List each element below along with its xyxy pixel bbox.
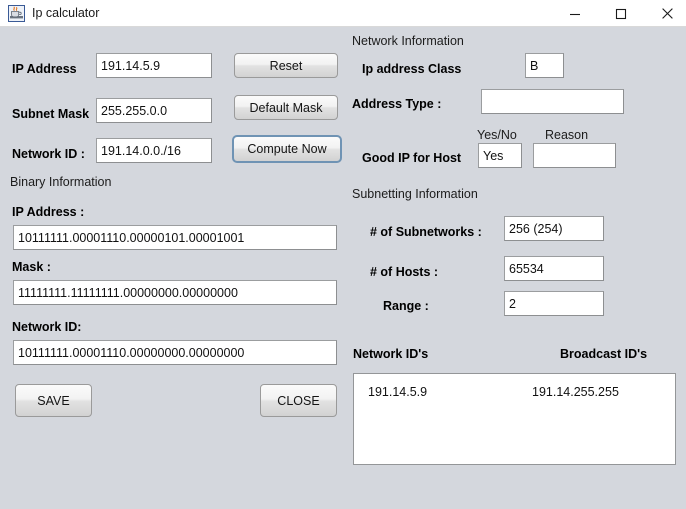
network-ids-header: Network ID's	[353, 347, 429, 361]
java-coffee-cup-icon	[8, 5, 25, 22]
network-id-label: Network ID :	[12, 147, 85, 161]
maximize-button[interactable]	[598, 0, 644, 27]
save-button[interactable]: SAVE	[15, 384, 92, 417]
window-title: Ip calculator	[32, 6, 100, 20]
subnet-mask-label: Subnet Mask	[12, 107, 90, 121]
hosts-count-input[interactable]: 65534	[504, 256, 604, 281]
subnetting-information-heading: Subnetting Information	[352, 187, 478, 201]
good-ip-for-host-label: Good IP for Host	[362, 151, 462, 165]
binary-information-heading: Binary Information	[10, 175, 112, 189]
maximize-icon	[615, 8, 627, 19]
list-item-network-id: 191.14.5.9	[368, 385, 428, 399]
address-type-input[interactable]	[481, 89, 624, 114]
ids-list-panel[interactable]: 191.14.5.9 191.14.255.255	[353, 373, 676, 465]
subnet-mask-input[interactable]: 255.255.0.0	[96, 98, 212, 123]
close-icon	[661, 8, 673, 19]
default-mask-button[interactable]: Default Mask	[234, 95, 338, 120]
yes-no-column-header: Yes/No	[477, 128, 517, 142]
good-ip-for-host-input[interactable]: Yes	[478, 143, 522, 168]
binary-network-id-input[interactable]: 10111111.00001110.00000000.00000000	[13, 340, 337, 365]
list-item-broadcast-id: 191.14.255.255	[532, 385, 619, 399]
ip-calculator-window: Ip calculator IP Address 191.14.5.9 Subn…	[0, 0, 686, 509]
ip-address-class-input[interactable]: B	[525, 53, 564, 78]
minimize-icon	[570, 13, 580, 15]
window-content: IP Address 191.14.5.9 Subnet Mask 255.25…	[0, 27, 686, 509]
address-type-label: Address Type :	[352, 97, 442, 111]
network-information-heading: Network Information	[352, 34, 464, 48]
subnetworks-count-input[interactable]: 256 (254)	[504, 216, 604, 241]
network-id-input[interactable]: 191.14.0.0./16	[96, 138, 212, 163]
broadcast-ids-header: Broadcast ID's	[560, 347, 648, 361]
title-bar: Ip calculator	[0, 0, 686, 27]
close-button[interactable]	[644, 0, 686, 27]
binary-ip-address-input[interactable]: 10111111.00001110.00000101.00001001	[13, 225, 337, 250]
subnetworks-count-label: # of Subnetworks :	[370, 225, 482, 239]
reason-column-header: Reason	[545, 128, 589, 142]
close-dialog-button[interactable]: CLOSE	[260, 384, 337, 417]
reason-input[interactable]	[533, 143, 616, 168]
ip-address-class-label: Ip address Class	[362, 62, 462, 76]
binary-mask-label: Mask :	[12, 260, 51, 274]
binary-network-id-label: Network ID:	[12, 320, 82, 334]
ip-address-label: IP Address	[12, 62, 77, 76]
compute-now-button[interactable]: Compute Now	[232, 135, 342, 163]
hosts-count-label: # of Hosts :	[370, 265, 439, 279]
binary-ip-address-label: IP Address :	[12, 205, 85, 219]
range-input[interactable]: 2	[504, 291, 604, 316]
range-label: Range :	[383, 299, 429, 313]
reset-button[interactable]: Reset	[234, 53, 338, 78]
ip-address-input[interactable]: 191.14.5.9	[96, 53, 212, 78]
minimize-button[interactable]	[552, 0, 598, 27]
binary-mask-input[interactable]: 11111111.11111111.00000000.00000000	[13, 280, 337, 305]
